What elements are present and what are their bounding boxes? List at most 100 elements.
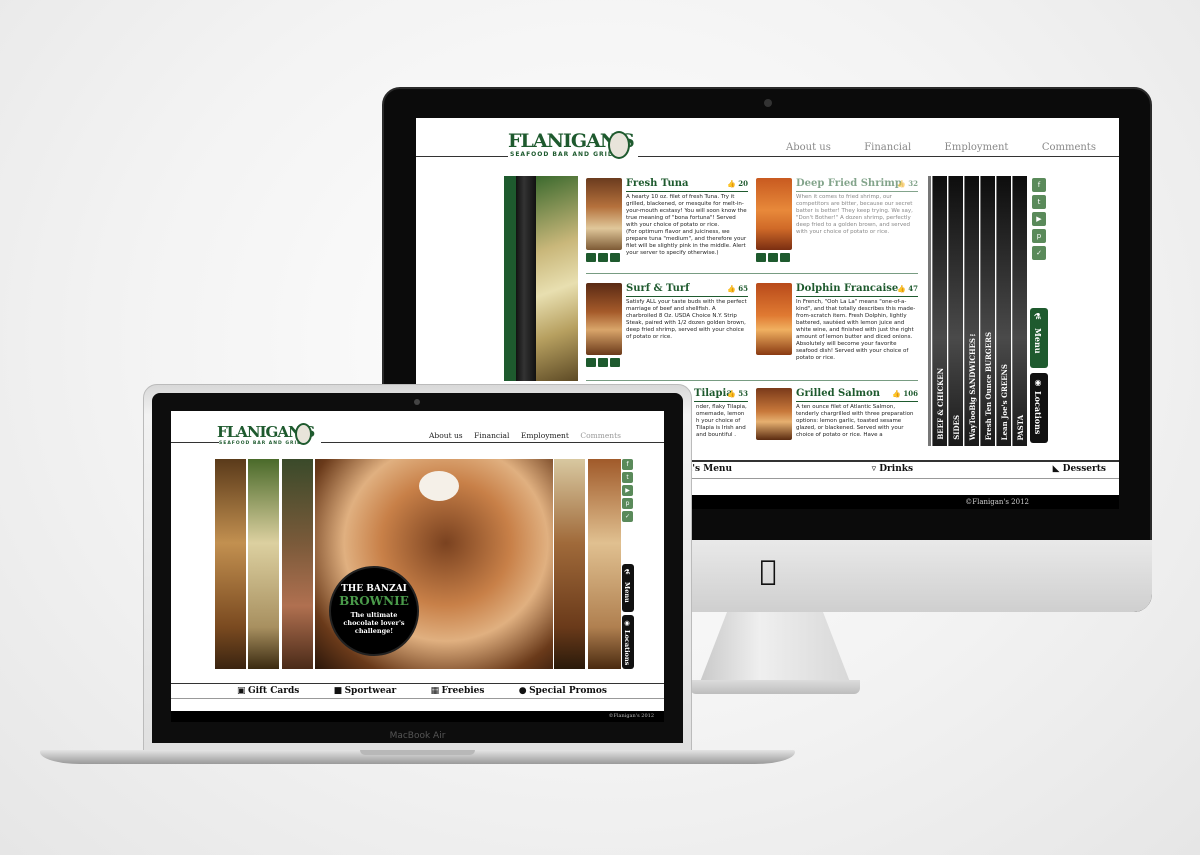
description-note: (For optimum flavor and juiciness, we pr…: [626, 229, 747, 256]
menu-item-description: When it comes to fried shrimp, our compe…: [796, 194, 913, 235]
twitter-share-icon[interactable]: [598, 358, 608, 367]
desserts-label: Desserts: [1062, 464, 1106, 474]
locations-side-tab[interactable]: ◉ Locations: [1030, 373, 1048, 443]
nav-about-us[interactable]: About us: [429, 431, 463, 440]
facebook-share-icon[interactable]: [586, 253, 596, 262]
accent-strip-green: [504, 176, 516, 381]
gift-cards-link[interactable]: ▣ Gift Cards: [237, 686, 299, 696]
twitter-share-icon[interactable]: [768, 253, 778, 262]
foursquare-icon[interactable]: ✓: [622, 511, 633, 522]
gift-icon: ▦: [430, 686, 440, 696]
logo-subtitle: SEAFOOD BAR AND GRILL: [510, 151, 618, 158]
nav-comments[interactable]: Comments: [580, 431, 621, 440]
twitter-share-icon[interactable]: [598, 253, 608, 262]
like-count-value: 32: [908, 179, 918, 188]
category-tab-burgers[interactable]: Fresh Ten Ounce BURGERS: [980, 176, 995, 446]
macbook-footer: ©Flanigan's 2012: [171, 711, 664, 722]
menu-side-tab[interactable]: ⚗ Menu: [622, 564, 634, 612]
menu-item-surf-turf[interactable]: Surf & Turf 👍 65 Satisfy ALL your taste …: [586, 283, 748, 378]
macbook-notch: [360, 750, 475, 755]
title-rule: [626, 191, 748, 192]
imac-foot: [690, 680, 860, 694]
menu-item-description: nder, flaky Tilapia, omemade, lemon h yo…: [696, 404, 747, 438]
photo-strip: [247, 459, 279, 669]
nav-comments[interactable]: Comments: [1042, 142, 1096, 153]
nav-employment[interactable]: Employment: [521, 431, 569, 440]
twitter-icon[interactable]: t: [622, 472, 633, 483]
title-rule: [626, 296, 748, 297]
desserts-link[interactable]: ◣ Desserts: [1053, 464, 1106, 474]
category-tab-sandwiches[interactable]: WayTooBig SANDWICHES™: [964, 176, 979, 446]
drinks-label: Drinks: [879, 464, 914, 474]
freebies-label: Freebies: [441, 686, 485, 696]
like-count[interactable]: 👍 32: [897, 179, 918, 188]
sportwear-link[interactable]: ■ Sportwear: [334, 686, 397, 696]
nav-financial[interactable]: Financial: [474, 431, 509, 440]
nav-employment[interactable]: Employment: [945, 142, 1009, 153]
email-share-icon[interactable]: [610, 358, 620, 367]
like-count[interactable]: 👍 20: [727, 179, 748, 188]
drinks-link[interactable]: ▿ Drinks: [872, 464, 913, 474]
category-tab-pasta[interactable]: PASTA: [1012, 176, 1027, 446]
category-tab-beef-chicken[interactable]: BEEF & CHICKEN: [932, 176, 947, 446]
share-icons: [586, 253, 620, 262]
sportwear-label: Sportwear: [344, 686, 397, 696]
category-tab-sides[interactable]: SIDES: [948, 176, 963, 446]
like-count-value: 106: [903, 389, 918, 398]
header-rule-right: [321, 442, 664, 443]
bottom-nav-rule-lower: [171, 698, 664, 699]
nav-financial[interactable]: Financial: [864, 142, 911, 153]
twitter-icon[interactable]: t: [1032, 195, 1046, 209]
category-tab-greens[interactable]: Lean Joe's GREENS: [996, 176, 1011, 446]
header-rule-right: [638, 156, 1119, 157]
facebook-icon[interactable]: f: [622, 459, 633, 470]
menu-item-description: In French, "Ooh La La" means "one-of-a-k…: [796, 299, 916, 361]
youtube-icon[interactable]: ▶: [622, 485, 633, 496]
hero-badge[interactable]: THE BANZAI BROWNIE The ultimate chocolat…: [329, 566, 419, 656]
category-scrollbar[interactable]: [928, 176, 931, 446]
facebook-icon[interactable]: f: [1032, 178, 1046, 192]
like-count[interactable]: 👍 47: [897, 284, 918, 293]
foursquare-icon[interactable]: ✓: [1032, 246, 1046, 260]
like-count[interactable]: 👍 53: [727, 389, 748, 398]
facebook-share-icon[interactable]: [586, 358, 596, 367]
menu-item-title: Fresh Tuna: [626, 178, 689, 189]
like-count[interactable]: 👍 106: [892, 389, 918, 398]
special-promos-label: Special Promos: [529, 686, 607, 696]
like-count[interactable]: 👍 65: [727, 284, 748, 293]
special-promos-link[interactable]: ● Special Promos: [519, 686, 607, 696]
site-logo[interactable]: FLANIGAN'S SEAFOOD BAR AND GRILL: [508, 130, 635, 160]
bottom-nav: d's Menu ▿ Drinks ◣ Desserts: [686, 464, 1106, 474]
menu-item-fresh-tuna[interactable]: Fresh Tuna 👍 20 A hearty 10 oz. filet of…: [586, 178, 748, 273]
freebies-link[interactable]: ▦ Freebies: [431, 686, 485, 696]
tshirt-icon: ■: [333, 686, 343, 696]
site-logo[interactable]: FLANIGAN'S SEAFOOD BAR AND GRILL: [217, 423, 317, 447]
nav-about-us[interactable]: About us: [786, 142, 831, 153]
kids-menu-link[interactable]: d's Menu: [686, 464, 732, 474]
menu-item-description: A hearty 10 oz. filet of fresh Tuna. Try…: [626, 194, 748, 257]
hero-title: THE BANZAI: [341, 584, 407, 594]
pinterest-icon[interactable]: p: [1032, 229, 1046, 243]
credit-card-icon: ▣: [237, 686, 246, 696]
header-rule-left: [416, 156, 508, 157]
gift-cards-label: Gift Cards: [247, 686, 300, 696]
menu-item-dolphin-francaise[interactable]: Dolphin Francaise 👍 47 In French, "Ooh L…: [756, 283, 918, 378]
menu-item-title: Grilled Salmon: [796, 388, 881, 399]
menu-tab-label: Menu: [1033, 328, 1043, 354]
deep-fried-shrimp-photo: [756, 178, 792, 250]
email-share-icon[interactable]: [780, 253, 790, 262]
main-nav: About us Financial Employment Comments: [429, 431, 621, 440]
email-share-icon[interactable]: [610, 253, 620, 262]
category-label: WayTooBig SANDWICHES™: [968, 328, 977, 440]
fork-knife-icon: ⚗: [623, 568, 631, 576]
menu-item-deep-fried-shrimp[interactable]: Deep Fried Shrimp 👍 32 When it comes to …: [756, 178, 918, 273]
youtube-icon[interactable]: ▶: [1032, 212, 1046, 226]
main-nav: About us Financial Employment Comments: [786, 142, 1096, 153]
pinterest-icon[interactable]: p: [622, 498, 633, 509]
title-rule: [694, 401, 748, 402]
locations-side-tab[interactable]: ◉ Locations: [622, 615, 634, 669]
facebook-share-icon[interactable]: [756, 253, 766, 262]
photo-strip: [553, 459, 585, 669]
logo-mascot-icon: [608, 131, 630, 159]
menu-side-tab[interactable]: ⚗ Menu: [1030, 308, 1048, 368]
